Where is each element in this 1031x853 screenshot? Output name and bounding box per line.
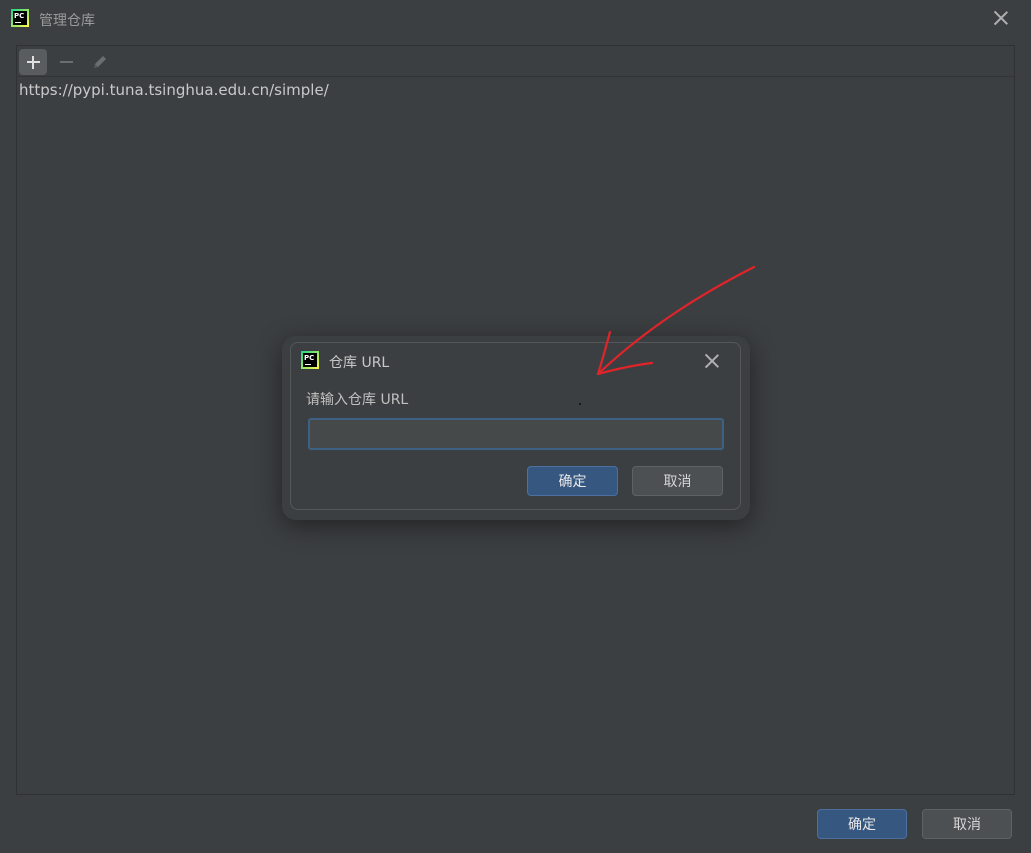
repository-url-dialog: PC 仓库 URL 请输入仓库 URL 确定 取消 — [290, 342, 741, 510]
add-repository-button[interactable] — [19, 49, 47, 75]
dialog-cancel-button[interactable]: 取消 — [632, 466, 723, 496]
dialog-title: 仓库 URL — [329, 355, 390, 371]
dialog-icon-text: PC — [304, 354, 315, 362]
repository-list-item[interactable]: https://pypi.tuna.tsinghua.edu.cn/simple… — [19, 81, 329, 99]
ok-button[interactable]: 确定 — [817, 809, 907, 839]
pencil-icon — [94, 56, 106, 68]
window-close-icon[interactable] — [993, 10, 1009, 26]
title-bar: PC 管理仓库 — [0, 0, 1031, 38]
pycharm-app-icon: PC — [11, 9, 29, 27]
remove-repository-button[interactable] — [52, 49, 80, 75]
dialog-close-icon[interactable] — [704, 353, 720, 369]
url-prompt-label: 请输入仓库 URL — [306, 392, 409, 408]
edit-repository-button[interactable] — [86, 49, 114, 75]
window-title: 管理仓库 — [39, 13, 95, 29]
dialog-ok-button[interactable]: 确定 — [527, 466, 618, 496]
minus-icon — [59, 61, 73, 63]
list-toolbar — [17, 46, 1014, 77]
manage-repositories-window: PC 管理仓库 https://pypi.tuna.tsinghua.edu.c… — [0, 0, 1031, 853]
app-icon-text: PC — [14, 12, 25, 20]
cancel-button[interactable]: 取消 — [922, 809, 1012, 839]
dialog-pycharm-icon: PC — [301, 351, 319, 369]
repository-url-input[interactable] — [308, 418, 724, 450]
